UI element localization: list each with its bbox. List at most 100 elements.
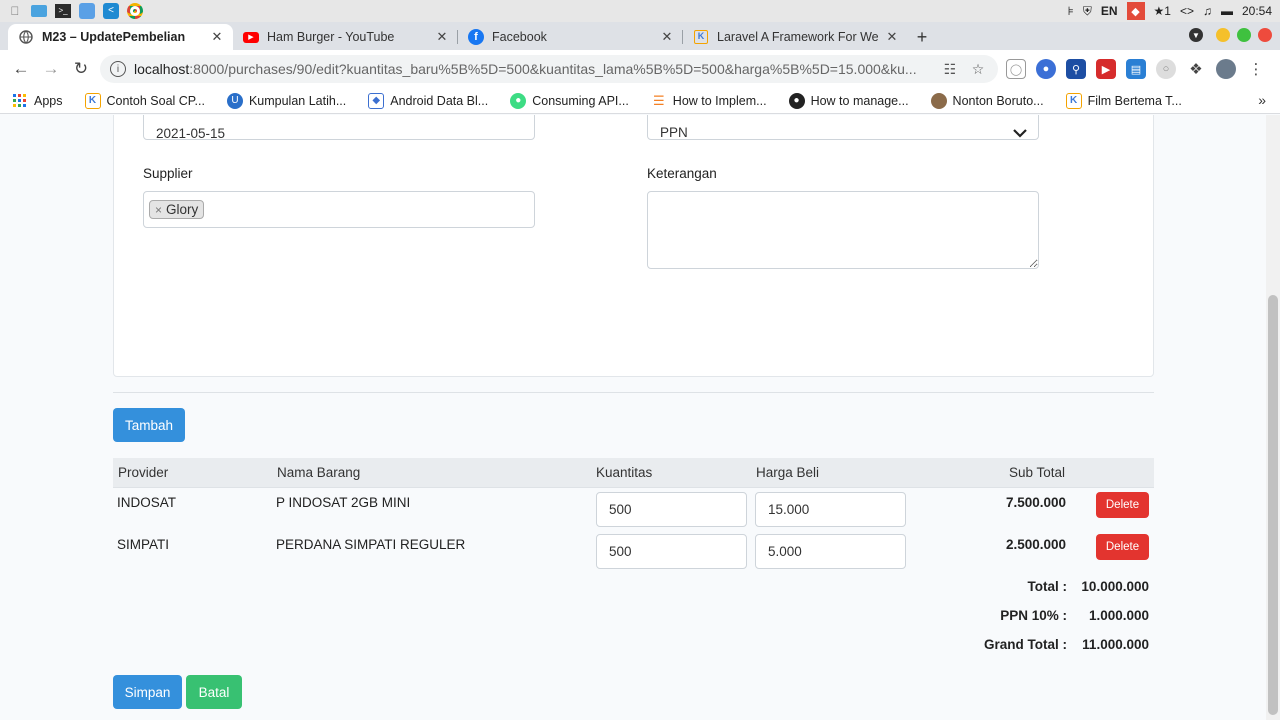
url-host: localhost — [134, 61, 190, 77]
items-table-header: Provider Nama Barang Kuantitas Harga Bel… — [113, 458, 1154, 488]
quantity-input[interactable]: 500 — [596, 492, 747, 527]
anydesk-icon[interactable]: ◆ — [1126, 2, 1145, 20]
maximize-button[interactable] — [1237, 28, 1251, 42]
system-tray: ⊧ ⛨ EN ◆ ★1 <> ♫ ▬ 20:54 — [1068, 0, 1272, 22]
tab-strip: M23 – UpdatePembelian ✕ ▶ Ham Burger - Y… — [0, 22, 1280, 50]
bookmark-kumpulan-latihan[interactable]: U Kumpulan Latih... — [226, 92, 346, 109]
date-input[interactable]: 2021-05-15 — [143, 115, 535, 141]
bookmark-label: How to Implem... — [672, 93, 767, 108]
minimize-button[interactable] — [1216, 28, 1230, 42]
section-divider — [113, 392, 1154, 393]
delete-row-button[interactable]: Delete — [1096, 492, 1149, 518]
close-tab-icon[interactable]: ✕ — [884, 29, 900, 45]
bookmark-consuming-api[interactable]: ● Consuming API... — [510, 92, 629, 109]
tab-update-pembelian[interactable]: M23 – UpdatePembelian ✕ — [8, 24, 233, 50]
facebook-icon: f — [468, 29, 484, 45]
notification-count: 1 — [1164, 4, 1171, 18]
bookmark-how-to-manage[interactable]: ● How to manage... — [788, 92, 909, 109]
forward-icon[interactable]: → — [36, 54, 66, 84]
supplier-tag: × Glory — [149, 200, 205, 219]
tab-search-icon[interactable]: ▼ — [1189, 28, 1203, 42]
shield-extension-icon[interactable]: ◯ — [1006, 59, 1026, 79]
price-input[interactable]: 5.000 — [755, 534, 906, 569]
translate-icon[interactable]: ☷ — [940, 61, 960, 78]
add-item-button[interactable]: Tambah — [113, 408, 185, 442]
finder-icon[interactable] — [78, 2, 96, 20]
shield-blue-icon: ◆ — [368, 92, 385, 109]
clock[interactable]: 20:54 — [1242, 4, 1272, 18]
chrome-icon[interactable] — [126, 2, 144, 20]
red-extension-icon[interactable]: ▶ — [1096, 59, 1116, 79]
chevron-down-icon — [1013, 129, 1027, 138]
scrollbar-thumb[interactable] — [1268, 295, 1278, 715]
puzzle-icon[interactable]: ❖ — [1186, 59, 1206, 79]
row-item-name: P INDOSAT 2GB MINI — [276, 495, 411, 510]
reload-icon[interactable]: ↻ — [66, 54, 96, 84]
notes-textarea[interactable] — [647, 191, 1039, 269]
bookmark-label: Nonton Boruto... — [952, 93, 1044, 108]
tab-facebook[interactable]: f Facebook ✕ — [458, 24, 683, 50]
bookmark-apps[interactable]: Apps — [12, 93, 63, 109]
page-scrollbar[interactable] — [1266, 115, 1280, 720]
remove-tag-icon[interactable]: × — [155, 203, 162, 217]
bookmark-how-to-implement[interactable]: ☰ How to Implem... — [651, 93, 767, 109]
bookmark-star-icon[interactable]: ☆ — [968, 61, 988, 78]
menu-kebab-icon[interactable]: ⋮ — [1246, 59, 1266, 79]
dark-circle-icon: ● — [788, 92, 805, 109]
row-provider: SIMPATI — [117, 537, 170, 552]
supplier-select[interactable]: × Glory — [143, 191, 535, 228]
site-info-icon[interactable]: i — [110, 61, 126, 77]
android-icon: ● — [510, 92, 527, 109]
purchase-form-card: 2021-05-15 PPN Supplier × Glory Keterang… — [113, 115, 1154, 377]
bookmark-nonton-boruto[interactable]: Nonton Boruto... — [930, 92, 1044, 109]
music-icon[interactable]: ♫ — [1203, 4, 1212, 18]
tab-title: Laravel A Framework For We — [717, 30, 879, 44]
close-tab-icon[interactable]: ✕ — [659, 29, 675, 45]
gray-extension-icon[interactable]: ○ — [1156, 59, 1176, 79]
row-subtotal: 2.500.000 — [1005, 537, 1066, 552]
tab-laravel[interactable]: K Laravel A Framework For We ✕ — [683, 24, 908, 50]
price-input[interactable]: 15.000 — [755, 492, 906, 527]
col-buy-price: Harga Beli — [756, 465, 820, 480]
youtube-icon: ▶ — [243, 29, 259, 45]
tax-select[interactable]: PPN — [647, 115, 1039, 140]
bluetooth-icon[interactable]: ⊧ — [1068, 4, 1074, 18]
globe-blue-icon: U — [226, 92, 243, 109]
save-button[interactable]: Simpan — [113, 675, 182, 709]
vscode-icon[interactable]: < — [102, 2, 120, 20]
terminal-icon[interactable]: >_ — [54, 2, 72, 20]
close-tab-icon[interactable]: ✕ — [209, 29, 225, 45]
keyboard-language[interactable]: EN — [1101, 4, 1118, 18]
close-tab-icon[interactable]: ✕ — [434, 29, 450, 45]
bookmark-film-bertema[interactable]: K Film Bertema T... — [1065, 92, 1182, 109]
url-text[interactable]: localhost:8000/purchases/90/edit?kuantit… — [134, 61, 932, 77]
shield-icon[interactable]: ⛨ — [1083, 4, 1092, 19]
battery-icon[interactable]: ▬ — [1221, 4, 1233, 18]
search-extension-icon[interactable]: ⚲ — [1066, 59, 1086, 79]
code-icon[interactable]: <> — [1180, 4, 1194, 18]
grand-total-value: 11.000.000 — [1082, 637, 1149, 652]
address-bar[interactable]: i localhost:8000/purchases/90/edit?kuant… — [100, 55, 998, 83]
tax-value: PPN — [660, 124, 688, 140]
quantity-input[interactable]: 500 — [596, 534, 747, 569]
new-tab-button[interactable]: + — [908, 24, 936, 50]
files-icon[interactable] — [30, 2, 48, 20]
delete-row-button[interactable]: Delete — [1096, 534, 1149, 560]
blue-extension-icon[interactable]: ● — [1036, 59, 1056, 79]
total-value: 10.000.000 — [1081, 579, 1149, 594]
tab-youtube[interactable]: ▶ Ham Burger - YouTube ✕ — [233, 24, 458, 50]
screenshot-extension-icon[interactable]: ▤ — [1126, 59, 1146, 79]
browser-toolbar: ← → ↻ i localhost:8000/purchases/90/edit… — [0, 50, 1280, 88]
profile-avatar[interactable] — [1216, 59, 1236, 79]
close-window-button[interactable] — [1258, 28, 1272, 42]
bookmark-contoh-soal[interactable]: K Contoh Soal CP... — [84, 92, 205, 109]
notifications-icon[interactable]: ★1 — [1154, 4, 1171, 18]
col-subtotal: Sub Total — [1009, 465, 1066, 480]
laravel-icon: K — [693, 29, 709, 45]
back-icon[interactable]: ← — [6, 54, 36, 84]
cancel-button[interactable]: Batal — [186, 675, 242, 709]
apple-icon[interactable]:  — [6, 2, 24, 20]
bookmark-android-data[interactable]: ◆ Android Data Bl... — [368, 92, 488, 109]
price-value: 15.000 — [768, 502, 810, 517]
more-bookmarks-icon[interactable]: » — [1258, 92, 1266, 108]
